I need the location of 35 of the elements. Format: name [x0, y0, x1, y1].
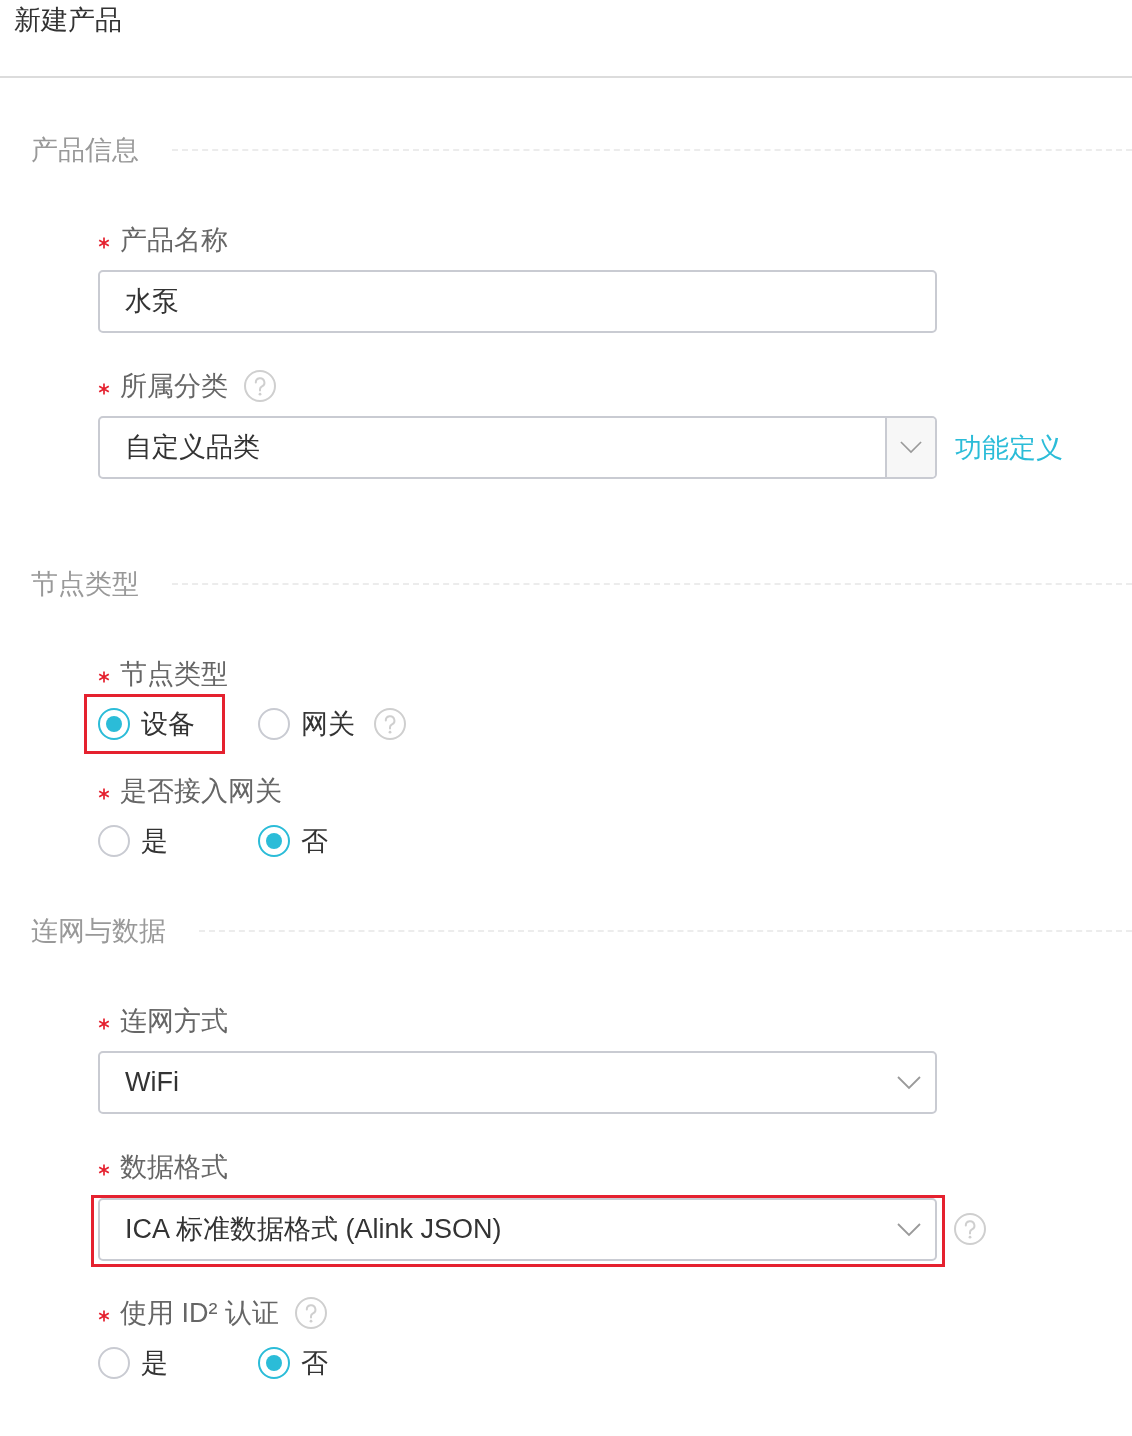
section-title: 产品信息: [31, 134, 139, 167]
text-input[interactable]: 水泵: [98, 270, 937, 333]
page-title: 新建产品: [14, 4, 122, 37]
radio-button[interactable]: [98, 708, 130, 740]
radio-button[interactable]: [258, 708, 290, 740]
help-icon[interactable]: [954, 1212, 986, 1245]
radio-label[interactable]: 设备: [141, 706, 195, 742]
chevron-down-icon: [897, 1222, 921, 1237]
field-label: 节点类型: [120, 658, 228, 691]
field-label: 所属分类: [120, 370, 228, 403]
radio-button[interactable]: [258, 825, 290, 857]
field-label: 数据格式: [120, 1151, 228, 1184]
section-title: 节点类型: [31, 568, 139, 601]
help-icon[interactable]: [244, 370, 276, 402]
radio-label[interactable]: 是: [141, 823, 168, 859]
field-label: 使用 ID² 认证: [120, 1297, 279, 1330]
field-label: 是否接入网关: [120, 775, 282, 808]
dropdown-field[interactable]: 自定义品类: [98, 416, 937, 479]
radio-label[interactable]: 否: [301, 823, 328, 859]
radio-label[interactable]: 否: [301, 1345, 328, 1381]
field-label: 连网方式: [120, 1005, 228, 1038]
radio-label[interactable]: 是: [141, 1345, 168, 1381]
dropdown-field[interactable]: ICA 标准数据格式 (Alink JSON): [98, 1198, 937, 1261]
help-icon[interactable]: [295, 1297, 327, 1329]
chevron-down-icon: [900, 441, 922, 454]
help-icon[interactable]: [374, 708, 406, 740]
radio-button[interactable]: [258, 1347, 290, 1379]
dropdown-button[interactable]: [885, 418, 935, 477]
radio-button[interactable]: [98, 1347, 130, 1379]
dropdown-field[interactable]: WiFi: [98, 1051, 937, 1114]
section-title: 连网与数据: [31, 915, 166, 948]
field-label: 产品名称: [120, 224, 228, 257]
radio-button[interactable]: [98, 825, 130, 857]
radio-label[interactable]: 网关: [301, 706, 355, 742]
chevron-down-icon: [897, 1075, 921, 1090]
